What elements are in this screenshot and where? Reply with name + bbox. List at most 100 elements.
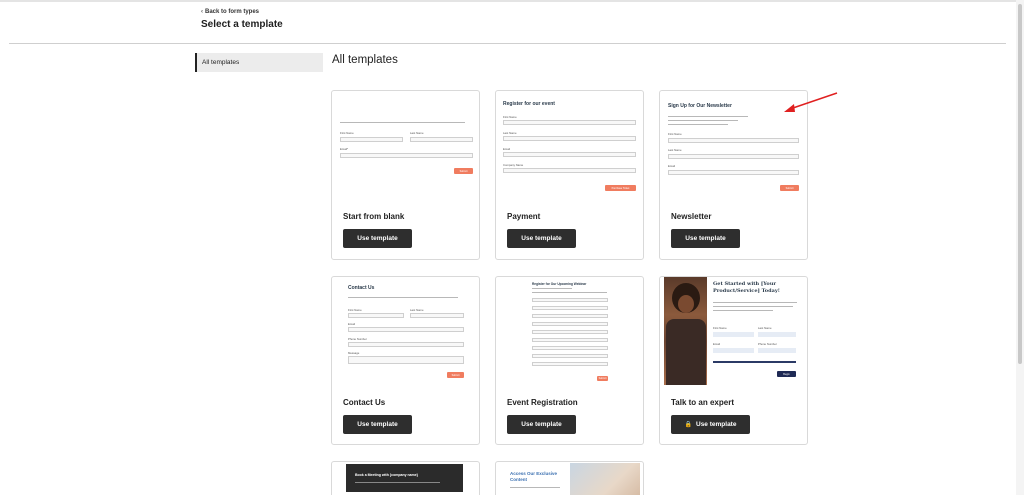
preview-title: Get Started with [Your Product/Service] … [713, 281, 780, 294]
preview-field [532, 298, 608, 302]
preview-label: Last Name [758, 326, 772, 330]
page-title: Select a template [201, 19, 283, 30]
preview-label: Email [503, 147, 510, 151]
template-preview: Get Started with [Your Product/Service] … [660, 277, 807, 389]
preview-progress [713, 361, 796, 363]
chevron-left-icon: ‹ [201, 9, 203, 15]
preview-field [532, 338, 608, 342]
template-name: Event Registration [507, 398, 578, 407]
preview-text [532, 288, 572, 289]
preview-label: Phone Number [348, 337, 367, 341]
preview-field [503, 120, 636, 125]
preview-field [532, 346, 608, 350]
preview-text [532, 292, 607, 293]
preview-text [510, 487, 560, 488]
preview-submit: Submit [447, 372, 464, 378]
lock-icon: 🔒 [684, 422, 692, 428]
template-name: Payment [507, 212, 541, 221]
preview-label: Phone Number [758, 342, 777, 346]
template-card-book-a-meeting[interactable]: Book a Meeting with {company name} [331, 461, 480, 495]
preview-label: Last Name [410, 131, 424, 135]
template-card-event-registration[interactable]: Register for Our Upcoming Webinar Submit… [495, 276, 644, 445]
preview-label: Last Name [503, 131, 517, 135]
preview-label: Last Name [668, 148, 682, 152]
preview-field [532, 306, 608, 310]
preview-field [668, 154, 799, 159]
preview-label: Company Name [503, 163, 524, 167]
sidebar-item-all-templates[interactable]: All templates [195, 53, 323, 72]
top-border [0, 0, 1024, 2]
preview-field [503, 168, 636, 173]
section-title: All templates [332, 54, 398, 66]
preview-field [668, 138, 799, 143]
template-preview: Register for our event First Name Last N… [496, 91, 643, 203]
preview-text [713, 306, 793, 307]
scrollbar-thumb[interactable] [1018, 4, 1022, 364]
preview-field [532, 354, 608, 358]
preview-title: Register for our event [503, 101, 555, 107]
use-template-button[interactable]: Use template [507, 415, 576, 434]
preview-field [503, 152, 636, 157]
template-name: Newsletter [671, 212, 712, 221]
preview-field [532, 362, 608, 366]
preview-field [758, 332, 796, 337]
template-card-start-from-blank[interactable]: First Name Last Name Email* Submit Start… [331, 90, 480, 260]
preview-field [713, 332, 754, 337]
template-card-payment[interactable]: Register for our event First Name Last N… [495, 90, 644, 260]
scrollbar[interactable] [1016, 0, 1024, 495]
preview-label: Email [348, 322, 355, 326]
preview-field [348, 356, 464, 364]
preview-title: Book a Meeting with {company name} [355, 473, 419, 477]
preview-submit: Purchase Ticket [605, 185, 636, 191]
preview-field [758, 348, 796, 353]
back-to-form-types-link[interactable]: ‹ Back to form types [201, 9, 259, 15]
use-template-button[interactable]: Use template [343, 415, 412, 434]
preview-text [668, 116, 748, 117]
preview-text [713, 302, 797, 303]
preview-label: Last Name [410, 308, 424, 312]
preview-text [668, 124, 728, 125]
preview-field [713, 348, 754, 353]
preview-submit: Submit [780, 185, 799, 191]
preview-intro-text [340, 122, 465, 123]
preview-title: Register for Our Upcoming Webinar [532, 282, 587, 286]
preview-label: Email [713, 342, 720, 346]
preview-field [503, 136, 636, 141]
preview-field [532, 330, 608, 334]
preview-title: Contact Us [348, 285, 375, 291]
preview-label: First Name [348, 308, 362, 312]
template-preview: First Name Last Name Email* Submit [332, 91, 479, 203]
template-preview: Register for Our Upcoming Webinar Submit [496, 277, 643, 389]
preview-text [713, 310, 773, 311]
preview-title: Access Our Exclusive Content [510, 471, 558, 482]
template-name: Talk to an expert [671, 398, 734, 407]
template-card-contact-us[interactable]: Contact Us First Name Last Name Email Ph… [331, 276, 480, 445]
preview-label: Email* [340, 147, 349, 151]
preview-submit: Submit [597, 376, 608, 381]
annotation-arrow-icon [784, 92, 838, 112]
preview-banner [346, 464, 463, 492]
preview-label: First Name [713, 326, 727, 330]
preview-label: First Name [340, 131, 354, 135]
sidebar-item-label: All templates [202, 59, 240, 66]
template-card-talk-to-an-expert[interactable]: Get Started with [Your Product/Service] … [659, 276, 808, 445]
use-template-button[interactable]: 🔒 Use template [671, 415, 750, 434]
use-template-button[interactable]: Use template [343, 229, 412, 248]
preview-field [340, 137, 403, 142]
preview-photo [664, 277, 707, 385]
preview-field [348, 313, 404, 318]
preview-submit: Submit [454, 168, 473, 174]
preview-field [668, 170, 799, 175]
preview-label: First Name [503, 115, 517, 119]
preview-text [355, 482, 440, 483]
header-divider [9, 43, 1006, 44]
preview-field [410, 313, 464, 318]
template-card-access-exclusive-content[interactable]: Access Our Exclusive Content [495, 461, 644, 495]
preview-label: First Name [668, 132, 682, 136]
preview-label: Email [668, 164, 675, 168]
use-template-button[interactable]: Use template [671, 229, 740, 248]
preview-field [532, 322, 608, 326]
template-name: Contact Us [343, 398, 386, 407]
template-card-newsletter[interactable]: Sign Up for Our Newsletter First Name La… [659, 90, 808, 260]
use-template-button[interactable]: Use template [507, 229, 576, 248]
